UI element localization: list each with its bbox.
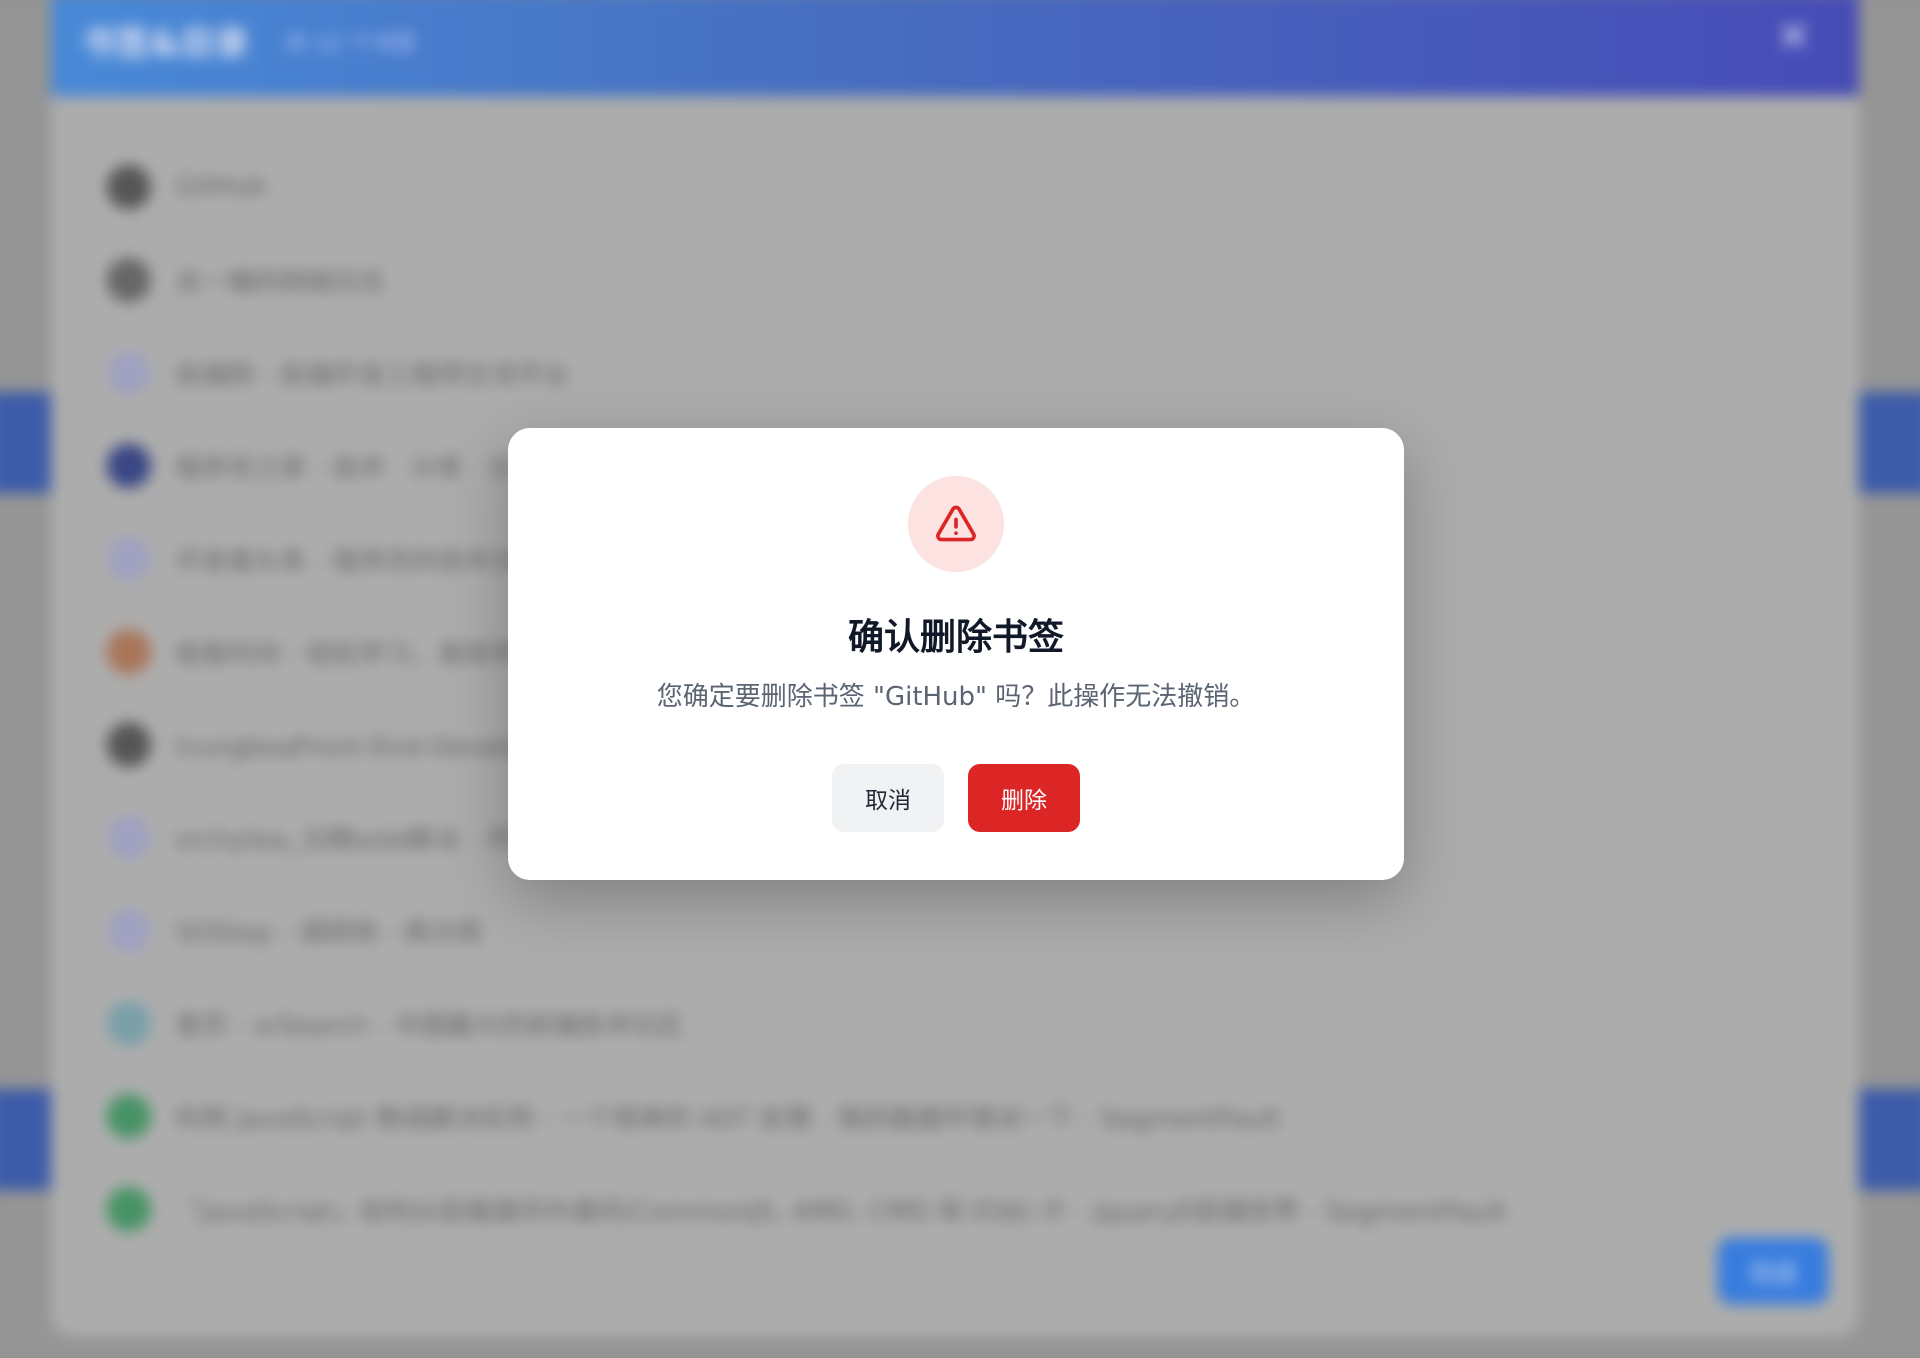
delete-button[interactable]: 删除 — [968, 764, 1080, 832]
confirm-delete-dialog: 确认删除书签 您确定要删除书签 "GitHub" 吗？此操作无法撤销。 取消 删… — [508, 428, 1404, 880]
warning-triangle-icon — [936, 505, 976, 542]
dialog-title: 确认删除书签 — [847, 617, 1064, 658]
screen: 书签&目录 共 12 个书签 ✕ GitHub 去一桶的网络日志 前端网 - 前端开… — [0, 0, 1920, 1358]
dialog-message: 您确定要删除书签 "GitHub" 吗？此操作无法撤销。 — [656, 682, 1256, 712]
warning-icon-badge — [908, 476, 1004, 572]
cancel-button[interactable]: 取消 — [832, 764, 944, 832]
